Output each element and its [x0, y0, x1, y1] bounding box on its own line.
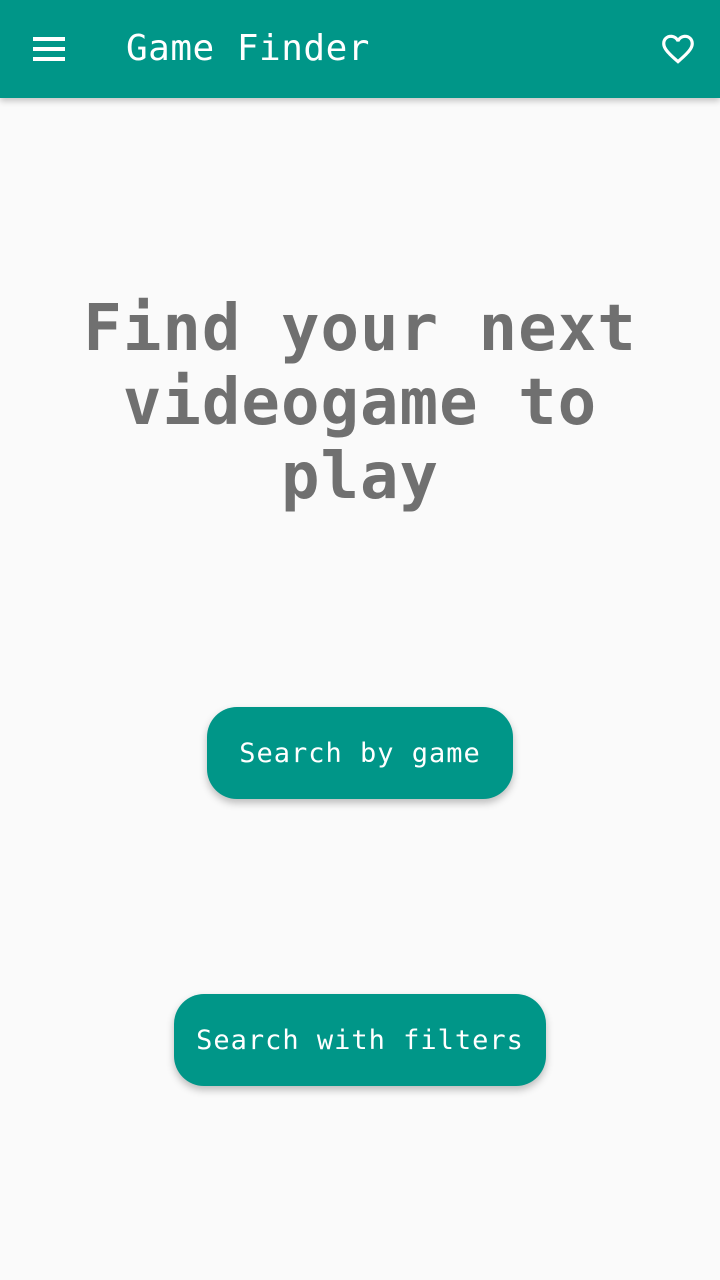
heart-icon-graphic — [662, 34, 694, 64]
search-by-game-label: Search by game — [239, 737, 481, 769]
game-finder-screen: Game Finder Find your next videogame to … — [0, 0, 720, 1280]
search-with-filters-button[interactable]: Search with filters — [174, 994, 546, 1086]
app-title: Game Finder — [126, 28, 370, 69]
headline-line-1: Find your next — [83, 292, 637, 366]
hamburger-menu-icon[interactable] — [28, 31, 70, 67]
menu-icon-line — [33, 37, 65, 41]
heart-outline-icon[interactable] — [658, 30, 698, 68]
headline-line-2: videogame to — [122, 366, 598, 440]
headline: Find your next videogame to play — [60, 292, 660, 514]
search-with-filters-label: Search with filters — [196, 1024, 524, 1056]
menu-icon-line — [33, 57, 65, 61]
menu-icon-line — [33, 47, 65, 51]
app-bar: Game Finder — [0, 0, 720, 98]
search-by-game-button[interactable]: Search by game — [207, 707, 513, 799]
headline-line-3: play — [280, 440, 440, 514]
